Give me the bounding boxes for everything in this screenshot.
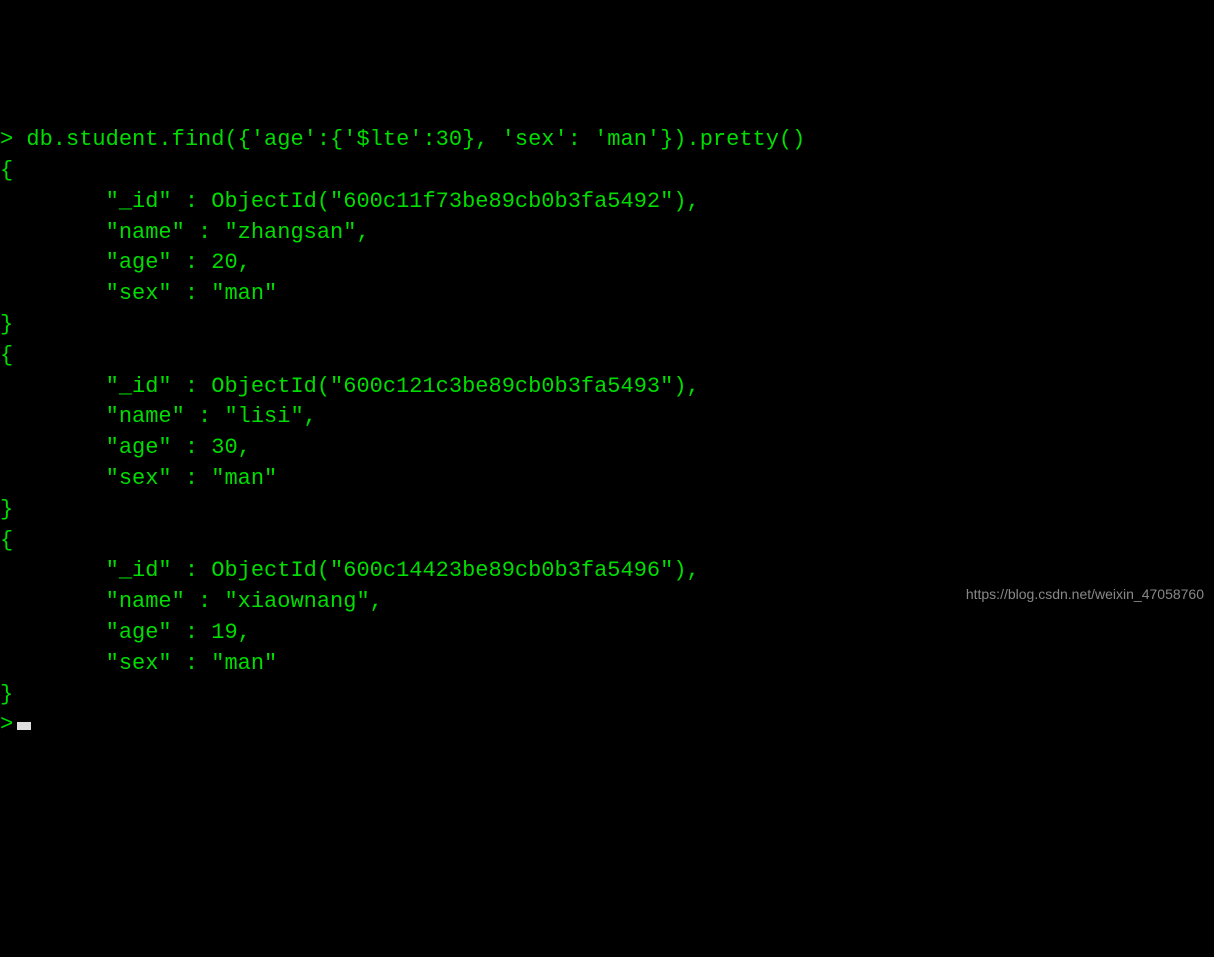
prompt-char: > xyxy=(0,127,13,152)
result-sex: "sex" : "man" xyxy=(0,464,1214,495)
result-id: "_id" : ObjectId("600c121c3be89cb0b3fa54… xyxy=(0,372,1214,403)
result-sex: "sex" : "man" xyxy=(0,279,1214,310)
result-age: "age" : 19, xyxy=(0,618,1214,649)
brace-open: { xyxy=(0,526,1214,557)
brace-open: { xyxy=(0,156,1214,187)
cursor xyxy=(17,722,31,730)
prompt-line[interactable]: > xyxy=(0,710,1214,741)
command-line[interactable]: > db.student.find({'age':{'$lte':30}, 's… xyxy=(0,125,1214,156)
prompt-char: > xyxy=(0,712,13,737)
brace-close: } xyxy=(0,310,1214,341)
result-age: "age" : 30, xyxy=(0,433,1214,464)
watermark: https://blog.csdn.net/weixin_47058760 xyxy=(966,585,1204,605)
brace-open: { xyxy=(0,341,1214,372)
result-name: "name" : "zhangsan", xyxy=(0,218,1214,249)
terminal-output: > db.student.find({'age':{'$lte':30}, 's… xyxy=(0,123,1214,741)
result-name: "name" : "lisi", xyxy=(0,402,1214,433)
brace-close: } xyxy=(0,495,1214,526)
brace-close: } xyxy=(0,680,1214,711)
result-id: "_id" : ObjectId("600c14423be89cb0b3fa54… xyxy=(0,556,1214,587)
result-age: "age" : 20, xyxy=(0,248,1214,279)
result-sex: "sex" : "man" xyxy=(0,649,1214,680)
command-text: db.student.find({'age':{'$lte':30}, 'sex… xyxy=(26,127,805,152)
result-id: "_id" : ObjectId("600c11f73be89cb0b3fa54… xyxy=(0,187,1214,218)
